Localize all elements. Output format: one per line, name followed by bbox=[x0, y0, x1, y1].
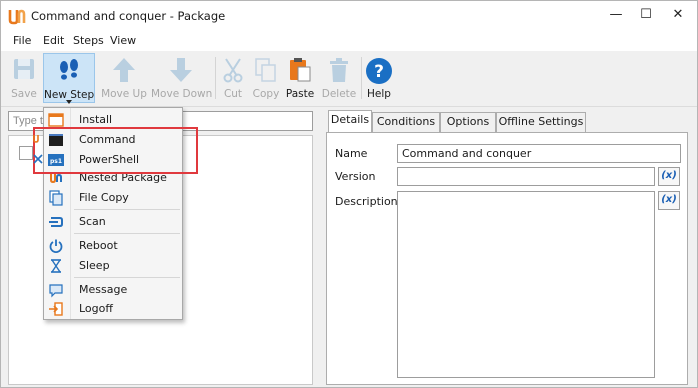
window-title: Command and conquer - Package bbox=[31, 9, 226, 23]
highlight-annotation bbox=[33, 127, 198, 174]
name-field[interactable]: Command and conquer bbox=[397, 144, 681, 163]
chevron-down-icon bbox=[66, 100, 72, 104]
toolbar-separator bbox=[215, 57, 216, 99]
menu-item-label: Scan bbox=[79, 215, 106, 228]
details-tab-content: Name Command and conquer Version (x) Des… bbox=[326, 132, 688, 385]
install-icon bbox=[48, 113, 64, 127]
version-label: Version bbox=[335, 170, 376, 183]
copy-label: Copy bbox=[252, 88, 280, 100]
menu-separator bbox=[74, 277, 180, 278]
menu-bar: File Edit Steps View bbox=[1, 31, 697, 51]
menu-item-label: Logoff bbox=[79, 302, 113, 315]
version-variable-button[interactable]: (x) bbox=[658, 167, 680, 186]
tab-details[interactable]: Details bbox=[328, 110, 372, 133]
menu-edit[interactable]: Edit bbox=[43, 34, 64, 47]
copy-icon bbox=[255, 58, 276, 82]
version-field[interactable] bbox=[397, 167, 655, 186]
paste-button[interactable]: Paste bbox=[284, 53, 316, 103]
move-down-label: Move Down bbox=[151, 88, 213, 100]
paste-icon bbox=[290, 58, 311, 82]
scissors-icon bbox=[223, 58, 243, 83]
menu-item-label: Sleep bbox=[79, 259, 110, 272]
tree-root-node[interactable] bbox=[19, 146, 33, 160]
move-up-button[interactable]: Move Up bbox=[101, 53, 147, 103]
sleep-icon bbox=[51, 259, 61, 273]
menu-item-file-copy[interactable]: File Copy bbox=[44, 188, 182, 208]
maximize-button[interactable]: ☐ bbox=[631, 1, 661, 31]
menu-item-message[interactable]: Message bbox=[44, 280, 182, 300]
tree-item-icon bbox=[33, 154, 43, 164]
menu-item-label: File Copy bbox=[79, 191, 129, 204]
arrow-down-icon bbox=[170, 58, 192, 82]
move-up-label: Move Up bbox=[101, 88, 147, 100]
file-copy-icon bbox=[49, 190, 63, 206]
menu-item-label: Message bbox=[79, 283, 128, 296]
delete-label: Delete bbox=[321, 88, 357, 100]
menu-item-reboot[interactable]: Reboot bbox=[44, 236, 182, 256]
cut-button[interactable]: Cut bbox=[219, 53, 247, 103]
save-label: Save bbox=[11, 88, 37, 100]
menu-item-label: Install bbox=[79, 113, 113, 126]
menu-file[interactable]: File bbox=[13, 34, 31, 47]
menu-steps[interactable]: Steps bbox=[73, 34, 104, 47]
app-logo-icon bbox=[8, 9, 26, 25]
tab-options[interactable]: Options bbox=[440, 112, 496, 132]
menu-separator bbox=[74, 209, 180, 210]
menu-item-logoff[interactable]: Logoff bbox=[44, 299, 182, 319]
toolbar-separator bbox=[361, 57, 362, 99]
move-down-button[interactable]: Move Down bbox=[151, 53, 213, 103]
footprints-icon bbox=[60, 59, 78, 80]
reboot-icon bbox=[49, 239, 63, 253]
save-button[interactable]: Save bbox=[7, 53, 41, 103]
arrow-up-icon bbox=[113, 58, 135, 82]
message-icon bbox=[49, 284, 63, 298]
properties-panel: Details Conditions Options Offline Setti… bbox=[326, 109, 694, 385]
description-label: Description bbox=[335, 195, 398, 208]
copy-button[interactable]: Copy bbox=[250, 53, 282, 103]
minimize-button[interactable]: — bbox=[601, 1, 631, 31]
cut-label: Cut bbox=[223, 88, 243, 100]
menu-separator bbox=[74, 233, 180, 234]
scan-icon bbox=[49, 217, 63, 227]
close-button[interactable]: ✕ bbox=[663, 1, 693, 31]
help-label: Help bbox=[367, 88, 391, 100]
new-step-button[interactable]: New Step bbox=[43, 53, 95, 104]
tab-conditions[interactable]: Conditions bbox=[372, 112, 440, 132]
logoff-icon bbox=[49, 302, 63, 316]
help-button[interactable]: ? Help bbox=[364, 53, 394, 103]
tab-offline-settings[interactable]: Offline Settings bbox=[496, 112, 586, 132]
menu-item-sleep[interactable]: Sleep bbox=[44, 256, 182, 276]
tree-item-icon bbox=[33, 135, 39, 143]
description-field[interactable] bbox=[397, 191, 655, 378]
toolbar: Save New Step Move Up Move Down Cut Copy… bbox=[1, 51, 697, 107]
name-label: Name bbox=[335, 147, 368, 160]
app-window: Command and conquer - Package — ☐ ✕ File… bbox=[0, 0, 698, 388]
title-bar: Command and conquer - Package — ☐ ✕ bbox=[1, 1, 697, 31]
help-icon: ? bbox=[366, 58, 392, 84]
paste-label: Paste bbox=[285, 88, 315, 100]
menu-view[interactable]: View bbox=[110, 34, 136, 47]
delete-button[interactable]: Delete bbox=[320, 53, 358, 103]
menu-item-label: Reboot bbox=[79, 239, 118, 252]
menu-item-scan[interactable]: Scan bbox=[44, 212, 182, 232]
trash-icon bbox=[330, 58, 348, 82]
description-variable-button[interactable]: (x) bbox=[658, 191, 680, 210]
save-icon bbox=[14, 59, 34, 79]
svg-text:?: ? bbox=[374, 62, 384, 82]
